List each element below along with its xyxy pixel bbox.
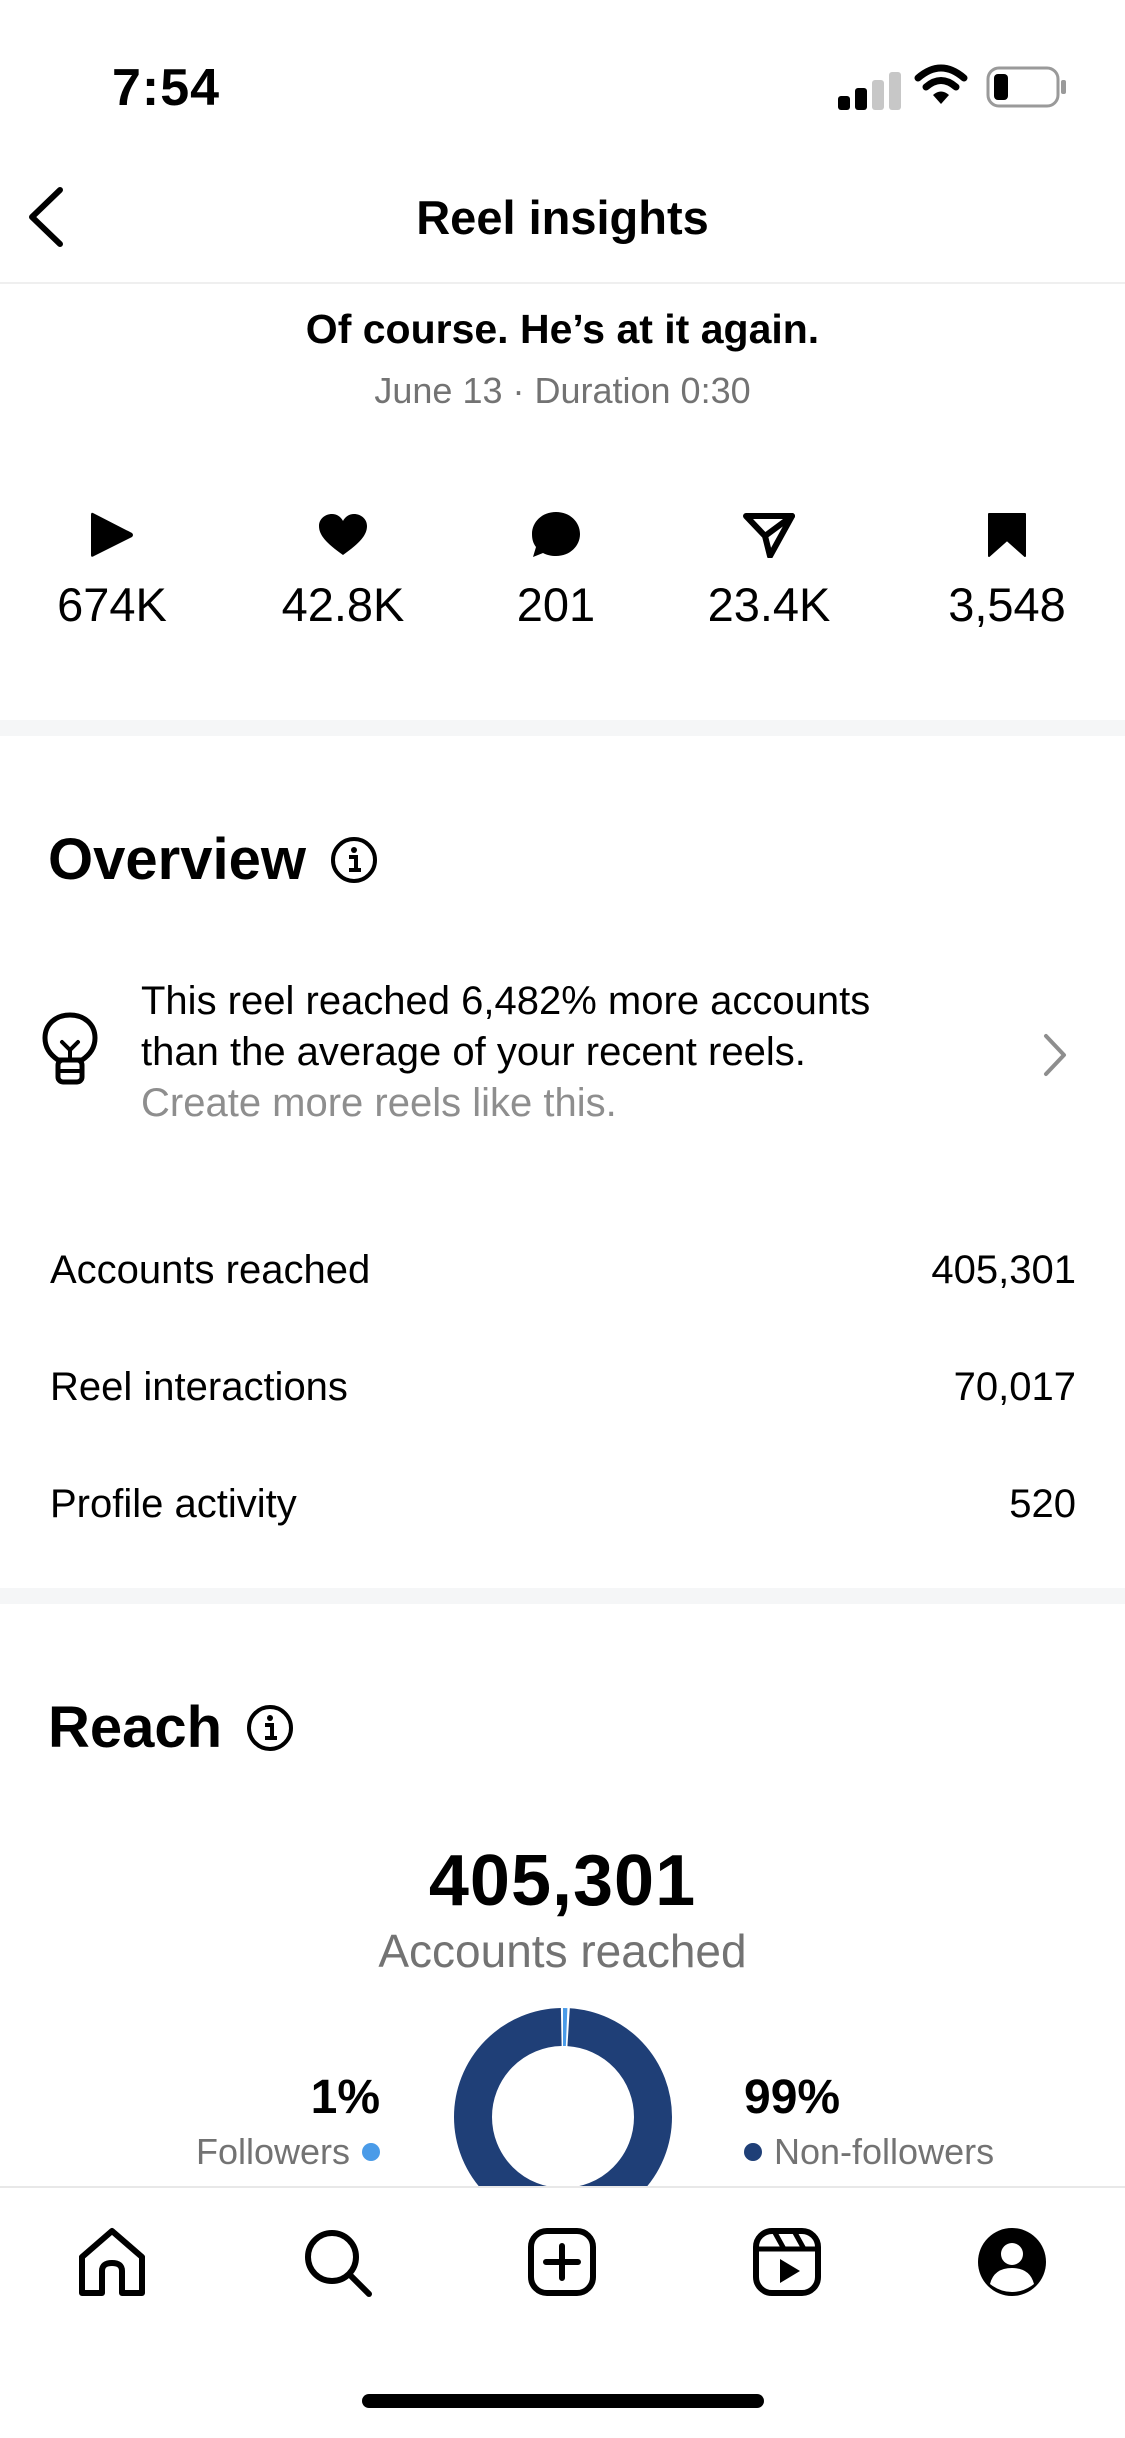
stat-value: 674K xyxy=(57,578,167,631)
cellular-signal-icon xyxy=(838,66,902,110)
status-time: 7:54 xyxy=(112,59,221,117)
metric-value: 520 xyxy=(1009,1482,1076,1526)
followers-label: Followers xyxy=(195,2131,350,2172)
battery-icon xyxy=(986,66,1066,108)
metric-profile-activity: Profile activity 520 xyxy=(50,1482,1076,1527)
page-title: Reel insights xyxy=(416,191,709,244)
reach-heading: Reach xyxy=(48,1694,294,1761)
metric-label: Profile activity xyxy=(50,1482,297,1526)
reach-subtitle: Accounts reached xyxy=(378,1925,747,1977)
reel-meta: June 13 · Duration 0:30 xyxy=(374,370,751,411)
tip-line-2: than the average of your recent reels. xyxy=(141,1030,806,1074)
stat-value: 201 xyxy=(516,578,596,631)
wifi-icon xyxy=(914,64,968,104)
home-indicator xyxy=(362,2394,764,2408)
tab-create[interactable] xyxy=(522,2222,602,2302)
non-followers-legend: 99% Non-followers xyxy=(744,2070,1044,2173)
header-divider xyxy=(0,282,1125,284)
overview-title: Overview xyxy=(48,827,306,892)
followers-dot xyxy=(362,2143,380,2161)
overview-heading: Overview xyxy=(48,826,378,893)
metric-label: Accounts reached xyxy=(50,1248,371,1292)
stat-plays: 674K xyxy=(12,505,212,632)
reel-caption: Of course. He’s at it again. xyxy=(305,306,820,352)
followers-legend: 1% Followers xyxy=(150,2070,380,2173)
section-divider xyxy=(0,720,1125,736)
stat-likes: 42.8K xyxy=(243,505,443,632)
metric-value: 405,301 xyxy=(931,1248,1076,1292)
reach-title: Reach xyxy=(48,1695,223,1760)
play-icon xyxy=(91,512,133,557)
stat-shares: 23.4K xyxy=(669,505,869,632)
donut-slice-non-followers xyxy=(454,2008,672,2226)
stat-value: 3,548 xyxy=(948,578,1066,631)
tab-reels[interactable] xyxy=(747,2222,827,2302)
bookmark-icon xyxy=(988,513,1026,557)
overview-tip[interactable]: This reel reached 6,482% more accounts t… xyxy=(141,976,981,1129)
stat-comments: 201 xyxy=(456,505,656,632)
search-icon xyxy=(305,2230,372,2297)
create-icon xyxy=(528,2228,596,2296)
tab-search[interactable] xyxy=(297,2222,377,2302)
non-followers-dot xyxy=(744,2143,762,2161)
reach-total: 405,301 xyxy=(428,1841,697,1921)
metric-label: Reel interactions xyxy=(50,1365,348,1409)
chevron-right-icon[interactable] xyxy=(1040,1030,1070,1080)
home-icon xyxy=(79,2228,145,2296)
stat-value: 23.4K xyxy=(707,578,831,631)
tab-profile[interactable] xyxy=(972,2222,1052,2302)
stat-value: 42.8K xyxy=(281,578,405,631)
non-followers-label: Non-followers xyxy=(774,2131,995,2172)
comment-icon xyxy=(532,512,580,557)
tab-home[interactable] xyxy=(72,2222,152,2302)
info-icon[interactable] xyxy=(330,836,378,884)
tip-cta: Create more reels like this. xyxy=(141,1081,617,1125)
tip-line-1: This reel reached 6,482% more accounts xyxy=(141,979,871,1023)
followers-percent: 1% xyxy=(310,2071,380,2124)
metric-value: 70,017 xyxy=(953,1365,1076,1409)
stat-saves: 3,548 xyxy=(907,505,1107,632)
info-icon[interactable] xyxy=(246,1704,294,1752)
section-divider xyxy=(0,1588,1125,1604)
metric-reel-interactions: Reel interactions 70,017 xyxy=(50,1365,1076,1410)
non-followers-percent: 99% xyxy=(744,2071,841,2124)
reels-icon xyxy=(753,2228,821,2296)
profile-icon xyxy=(978,2228,1046,2296)
heart-icon xyxy=(319,514,367,555)
metric-accounts-reached: Accounts reached 405,301 xyxy=(50,1248,1076,1293)
share-icon xyxy=(743,513,795,558)
lightbulb-icon xyxy=(42,1012,98,1085)
